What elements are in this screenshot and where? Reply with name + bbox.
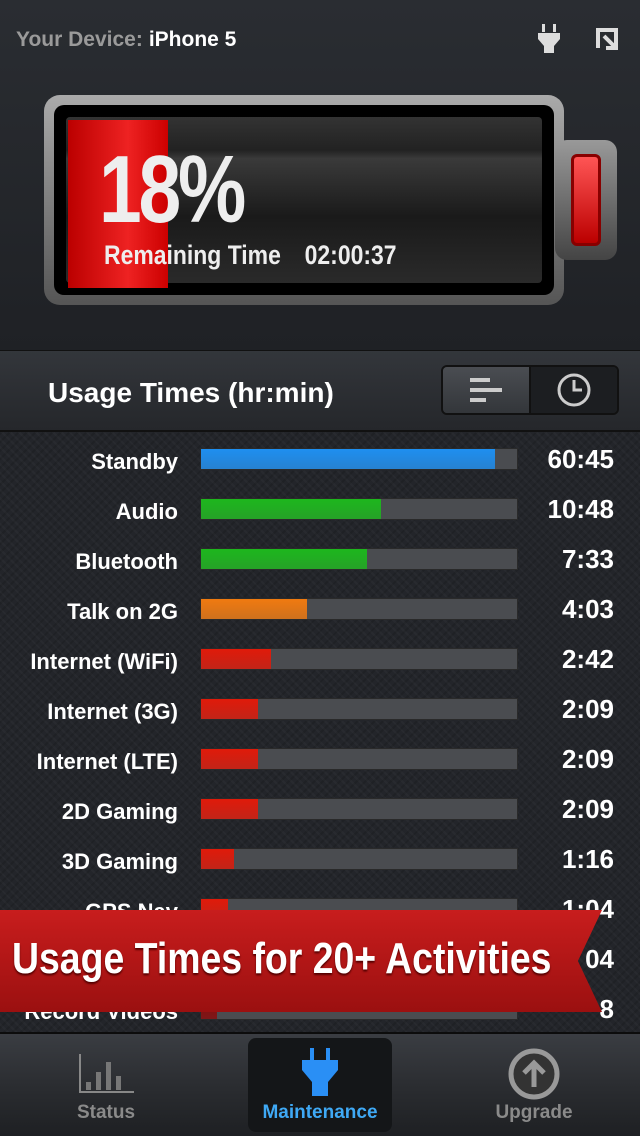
usage-value: 2:09 <box>561 744 614 774</box>
battery-gauge: 18% Remaining Time 02:00:37 <box>44 95 564 305</box>
tab-label: Upgrade <box>495 1102 573 1123</box>
usage-bar-track <box>200 498 518 520</box>
usage-bar <box>201 799 258 819</box>
usage-row: Audio 10:48 <box>0 494 640 549</box>
usage-row: Internet (3G) 2:09 <box>0 694 640 749</box>
usage-bar <box>201 449 495 469</box>
usage-row: Bluetooth 7:33 <box>0 544 640 599</box>
usage-bar-track <box>200 798 518 820</box>
device-label: Your Device: <box>16 28 143 51</box>
usage-bar-track <box>200 848 518 870</box>
usage-bar <box>201 749 258 769</box>
list-view-button[interactable] <box>443 367 531 413</box>
usage-bar <box>201 649 272 669</box>
activity-label: Standby <box>91 449 178 474</box>
usage-value: 1:16 <box>561 844 614 874</box>
usage-row: Internet (WiFi) 2:42 <box>0 644 640 699</box>
tab-status[interactable]: Status <box>0 1034 212 1136</box>
usage-value: 7:33 <box>561 544 614 574</box>
remaining-label: Remaining Time <box>104 240 281 270</box>
usage-bar <box>201 599 308 619</box>
device-name: iPhone 5 <box>148 28 237 51</box>
view-toggle[interactable] <box>441 365 619 415</box>
battery-terminal <box>555 140 617 260</box>
usage-bar <box>201 549 367 569</box>
usage-title: Usage Times (hr:min) <box>48 377 334 408</box>
usage-row: Standby 60:45 <box>0 444 640 499</box>
usage-bar-track <box>200 648 518 670</box>
usage-bar <box>201 849 234 869</box>
tab-bar: Status Maintenance Upgrade <box>0 1032 640 1136</box>
promo-banner: Usage Times for 20+ Activities <box>0 910 602 1012</box>
tab-maintenance[interactable]: Maintenance <box>248 1038 392 1132</box>
plug-icon[interactable] <box>534 22 564 56</box>
usage-value: 8 <box>599 994 614 1024</box>
bar-chart-icon <box>79 1054 134 1093</box>
usage-value: 2:09 <box>561 794 614 824</box>
usage-bar-track <box>200 698 518 720</box>
banner-text: Usage Times for 20+ Activities <box>12 934 552 983</box>
usage-row: 3D Gaming 1:16 <box>0 844 640 899</box>
device-info: Your Device: iPhone 5 <box>16 28 236 52</box>
usage-bar-track <box>200 598 518 620</box>
activity-label: Bluetooth <box>75 549 178 574</box>
usage-row: 2D Gaming 2:09 <box>0 794 640 849</box>
clock-view-button[interactable] <box>531 367 617 413</box>
usage-bar <box>201 499 382 519</box>
usage-bar-track <box>200 448 518 470</box>
usage-bar <box>201 699 258 719</box>
usage-value: 04 <box>585 944 614 974</box>
usage-value: 10:48 <box>547 494 615 524</box>
clock-icon <box>557 373 591 407</box>
tab-label: Status <box>76 1102 136 1123</box>
remaining-value: 02:00:37 <box>304 240 397 270</box>
activity-label: Internet (WiFi) <box>30 649 178 674</box>
battery-percent: 18% <box>99 136 246 243</box>
activity-label: 2D Gaming <box>61 799 178 824</box>
usage-row: Talk on 2G 4:03 <box>0 594 640 649</box>
usage-value: 2:09 <box>561 694 614 724</box>
usage-row: Internet (LTE) 2:09 <box>0 744 640 799</box>
activity-label: Audio <box>115 499 178 524</box>
bars-list-icon <box>470 378 502 402</box>
usage-bar-track <box>200 548 518 570</box>
activity-label: Internet (3G) <box>47 699 178 724</box>
tab-label: Maintenance <box>262 1102 378 1123</box>
usage-bar-track <box>200 748 518 770</box>
usage-value: 60:45 <box>547 444 615 474</box>
activity-label: 3D Gaming <box>61 849 178 874</box>
activity-label: Internet (LTE) <box>36 749 178 774</box>
usage-header: Usage Times (hr:min) <box>0 350 640 432</box>
activity-label: Talk on 2G <box>67 599 178 624</box>
plug-icon <box>302 1048 338 1096</box>
usage-value: 2:42 <box>561 644 614 674</box>
usage-value: 4:03 <box>561 594 614 624</box>
remaining-time: Remaining Time 02:00:37 <box>104 240 397 271</box>
tab-upgrade[interactable]: Upgrade <box>428 1034 640 1136</box>
upgrade-arrow-icon <box>508 1048 560 1100</box>
rotate-icon[interactable] <box>594 22 624 56</box>
